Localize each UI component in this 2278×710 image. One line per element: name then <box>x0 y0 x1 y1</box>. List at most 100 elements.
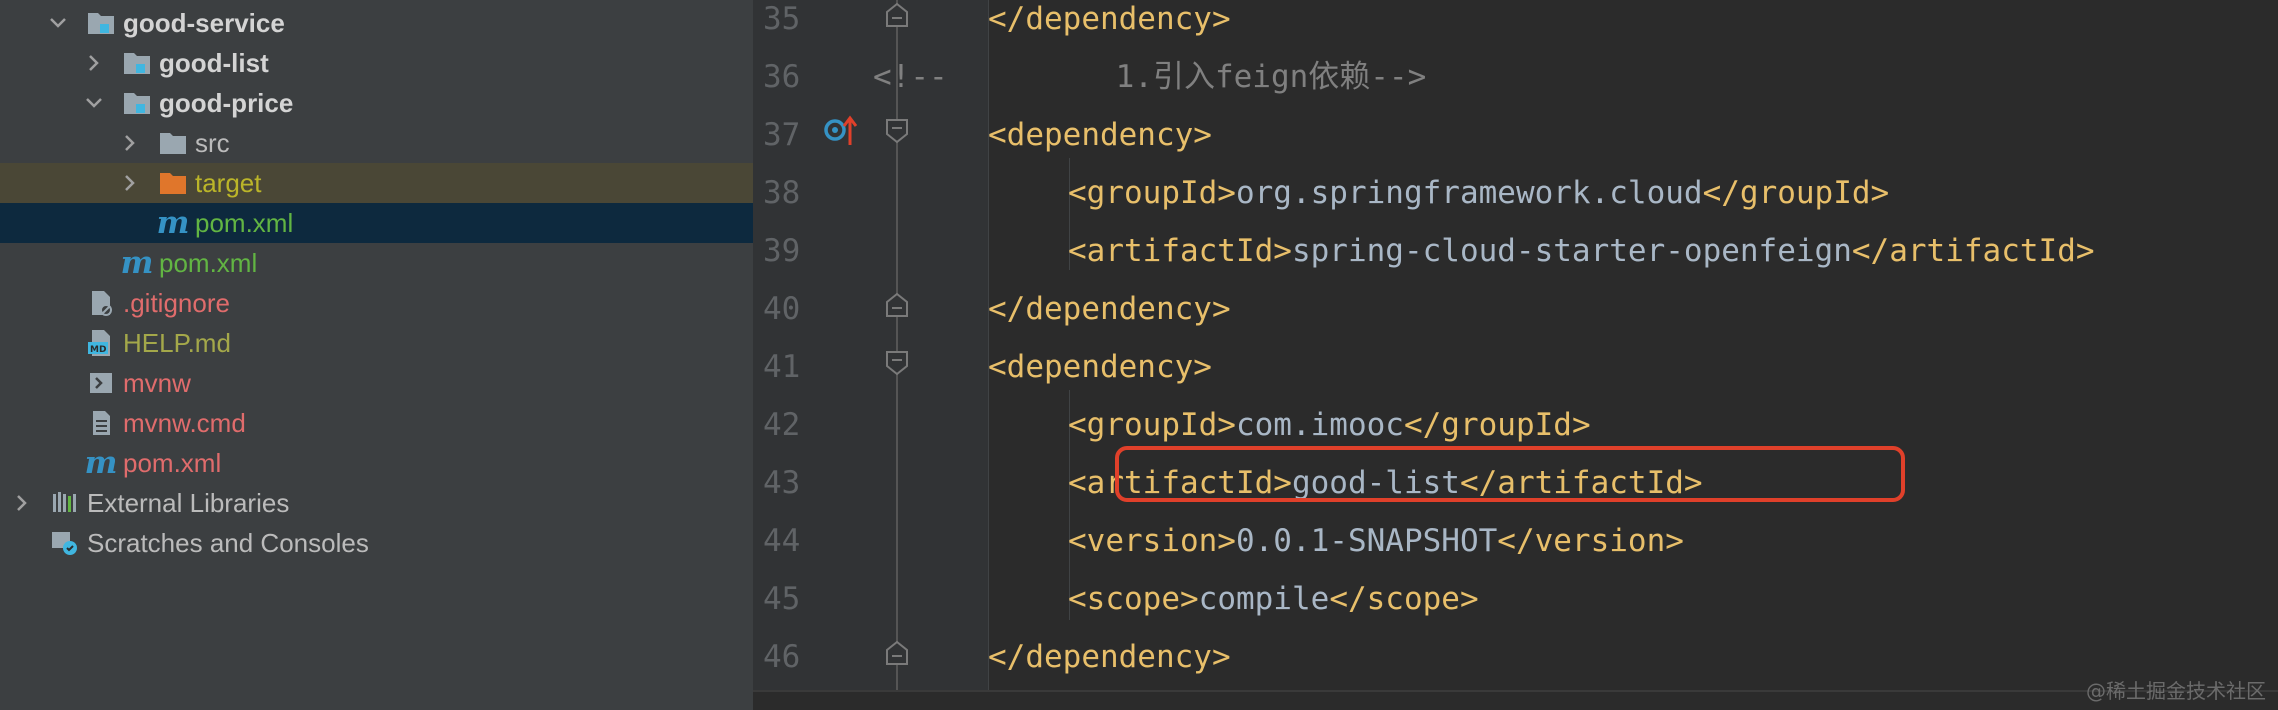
xml-tag: </scope> <box>1329 581 1479 617</box>
tree-item-mvnw-cmd[interactable]: mvnw.cmd <box>0 403 753 443</box>
highlight-box-good-list <box>1115 446 1905 502</box>
code-line[interactable]: <artifactId>spring-cloud-starter-openfei… <box>1068 222 2095 280</box>
xml-text: spring-cloud-starter-openfeign <box>1291 233 1852 269</box>
line-number: 36 <box>763 59 801 95</box>
xml-tag: </version> <box>1497 523 1684 559</box>
xml-tag: </groupId> <box>1403 407 1591 443</box>
tree-item-label: good-price <box>159 87 294 118</box>
tree-item-target[interactable]: target <box>0 163 753 203</box>
tree-item-pom-root[interactable]: m pom.xml <box>0 443 753 483</box>
tree-item-label: src <box>195 127 230 158</box>
xml-tag: <artifactId> <box>1068 233 1292 269</box>
module-folder-icon <box>122 48 152 78</box>
tree-item-good-price[interactable]: good-price <box>0 83 753 123</box>
tree-item-mvnw[interactable]: mvnw <box>0 363 753 403</box>
xml-text: 0.0.1-SNAPSHOT <box>1235 523 1498 559</box>
xml-text: compile <box>1198 581 1330 617</box>
fold-end-marker[interactable] <box>885 640 909 666</box>
svg-text:MD: MD <box>90 345 106 355</box>
line-number: 43 <box>763 465 801 501</box>
folder-icon <box>158 128 188 158</box>
tree-item-label: good-list <box>159 47 269 78</box>
text-file-icon <box>86 408 116 438</box>
code-line[interactable]: </dependency> <box>988 0 1231 48</box>
code-line[interactable]: </dependency> <box>988 280 1231 338</box>
tree-item-external-libraries[interactable]: External Libraries <box>0 483 753 523</box>
code-line[interactable]: <version>0.0.1-SNAPSHOT</version> <box>1068 512 1684 570</box>
tree-item-label: External Libraries <box>87 487 290 518</box>
xml-tag: <groupId> <box>1068 407 1236 443</box>
gitignore-icon <box>86 288 116 318</box>
tree-item-pom-good-service[interactable]: m pom.xml <box>0 243 753 283</box>
tree-item-gitignore[interactable]: .gitignore <box>0 283 753 323</box>
line-number: 46 <box>763 639 801 675</box>
tree-item-label: target <box>195 167 262 198</box>
chevron-right-icon[interactable] <box>120 133 140 153</box>
code-line[interactable]: <!-- 1.引入feign依赖--> <box>873 48 1426 106</box>
line-number: 37 <box>763 117 801 153</box>
xml-tag: </groupId> <box>1702 175 1890 211</box>
line-number: 35 <box>763 1 801 37</box>
tree-item-label: pom.xml <box>195 207 294 238</box>
line-number: 39 <box>763 233 801 269</box>
tree-item-label: Scratches and Consoles <box>87 527 369 558</box>
watermark: @稀土掘金技术社区 <box>2086 679 2266 703</box>
tree-item-help-md[interactable]: MD HELP.md <box>0 323 753 363</box>
scratches-icon <box>50 528 80 558</box>
module-folder-icon <box>122 88 152 118</box>
line-number: 41 <box>763 349 801 385</box>
code-line[interactable]: <dependency> <box>988 338 1212 396</box>
xml-tag: <groupId> <box>1068 175 1236 211</box>
tree-item-good-list[interactable]: good-list <box>0 43 753 83</box>
xml-tag: <dependency> <box>988 349 1212 385</box>
module-folder-icon <box>86 8 116 38</box>
maven-icon: m <box>120 245 154 281</box>
fold-end-marker[interactable] <box>885 292 909 318</box>
line-number: 38 <box>763 175 801 211</box>
chevron-right-icon[interactable] <box>84 53 104 73</box>
tree-item-label: mvnw <box>123 367 191 398</box>
project-tree-panel: good-service good-list good-price src ta… <box>0 0 753 710</box>
tree-item-pom-good-price[interactable]: m pom.xml <box>0 203 753 243</box>
libraries-icon <box>50 488 80 518</box>
xml-tag: </dependency> <box>988 291 1231 327</box>
xml-tag: <dependency> <box>988 117 1212 153</box>
maven-icon: m <box>84 445 118 481</box>
chevron-down-icon[interactable] <box>48 13 68 33</box>
fold-start-marker[interactable] <box>885 350 909 376</box>
code-line[interactable]: <scope>compile</scope> <box>1068 570 1479 628</box>
xml-tag: </dependency> <box>988 1 1231 37</box>
excluded-folder-icon <box>158 168 188 198</box>
line-number: 45 <box>763 581 801 617</box>
line-number: 44 <box>763 523 801 559</box>
xml-tag: </dependency> <box>988 639 1231 675</box>
tree-item-label: HELP.md <box>123 327 231 358</box>
xml-comment: <!-- 1.引入feign依赖--> <box>873 59 1427 95</box>
fold-start-marker[interactable] <box>885 118 909 144</box>
tree-item-label: good-service <box>123 7 285 38</box>
xml-tag: </artifactId> <box>1851 233 2095 269</box>
editor-bottom-edge <box>753 690 2278 710</box>
fold-end-marker[interactable] <box>885 2 909 28</box>
chevron-down-icon[interactable] <box>84 93 104 113</box>
tree-item-label: .gitignore <box>123 287 230 318</box>
tree-item-good-service[interactable]: good-service <box>0 3 753 43</box>
code-line[interactable]: </dependency> <box>988 628 1231 686</box>
xml-text: com.imooc <box>1235 407 1404 443</box>
code-line[interactable]: <dependency> <box>988 106 1212 164</box>
tree-item-label: pom.xml <box>159 247 258 278</box>
line-number: 42 <box>763 407 801 443</box>
chevron-right-icon[interactable] <box>12 493 32 513</box>
code-editor[interactable]: 35 36 37 38 39 40 41 42 43 44 45 46 </dependency> <!… <box>753 0 2278 710</box>
chevron-right-icon[interactable] <box>120 173 140 193</box>
tree-item-scratches[interactable]: Scratches and Consoles <box>0 523 753 563</box>
code-line[interactable]: <groupId>org.springframework.cloud</grou… <box>1068 164 1889 222</box>
tree-item-src[interactable]: src <box>0 123 753 163</box>
line-number: 40 <box>763 291 801 327</box>
maven-icon: m <box>156 205 190 241</box>
tree-item-label: mvnw.cmd <box>123 407 246 438</box>
shell-script-icon <box>86 368 116 398</box>
tree-item-label: pom.xml <box>123 447 222 478</box>
markdown-icon: MD <box>86 328 116 358</box>
xml-tag: <scope> <box>1068 581 1199 617</box>
